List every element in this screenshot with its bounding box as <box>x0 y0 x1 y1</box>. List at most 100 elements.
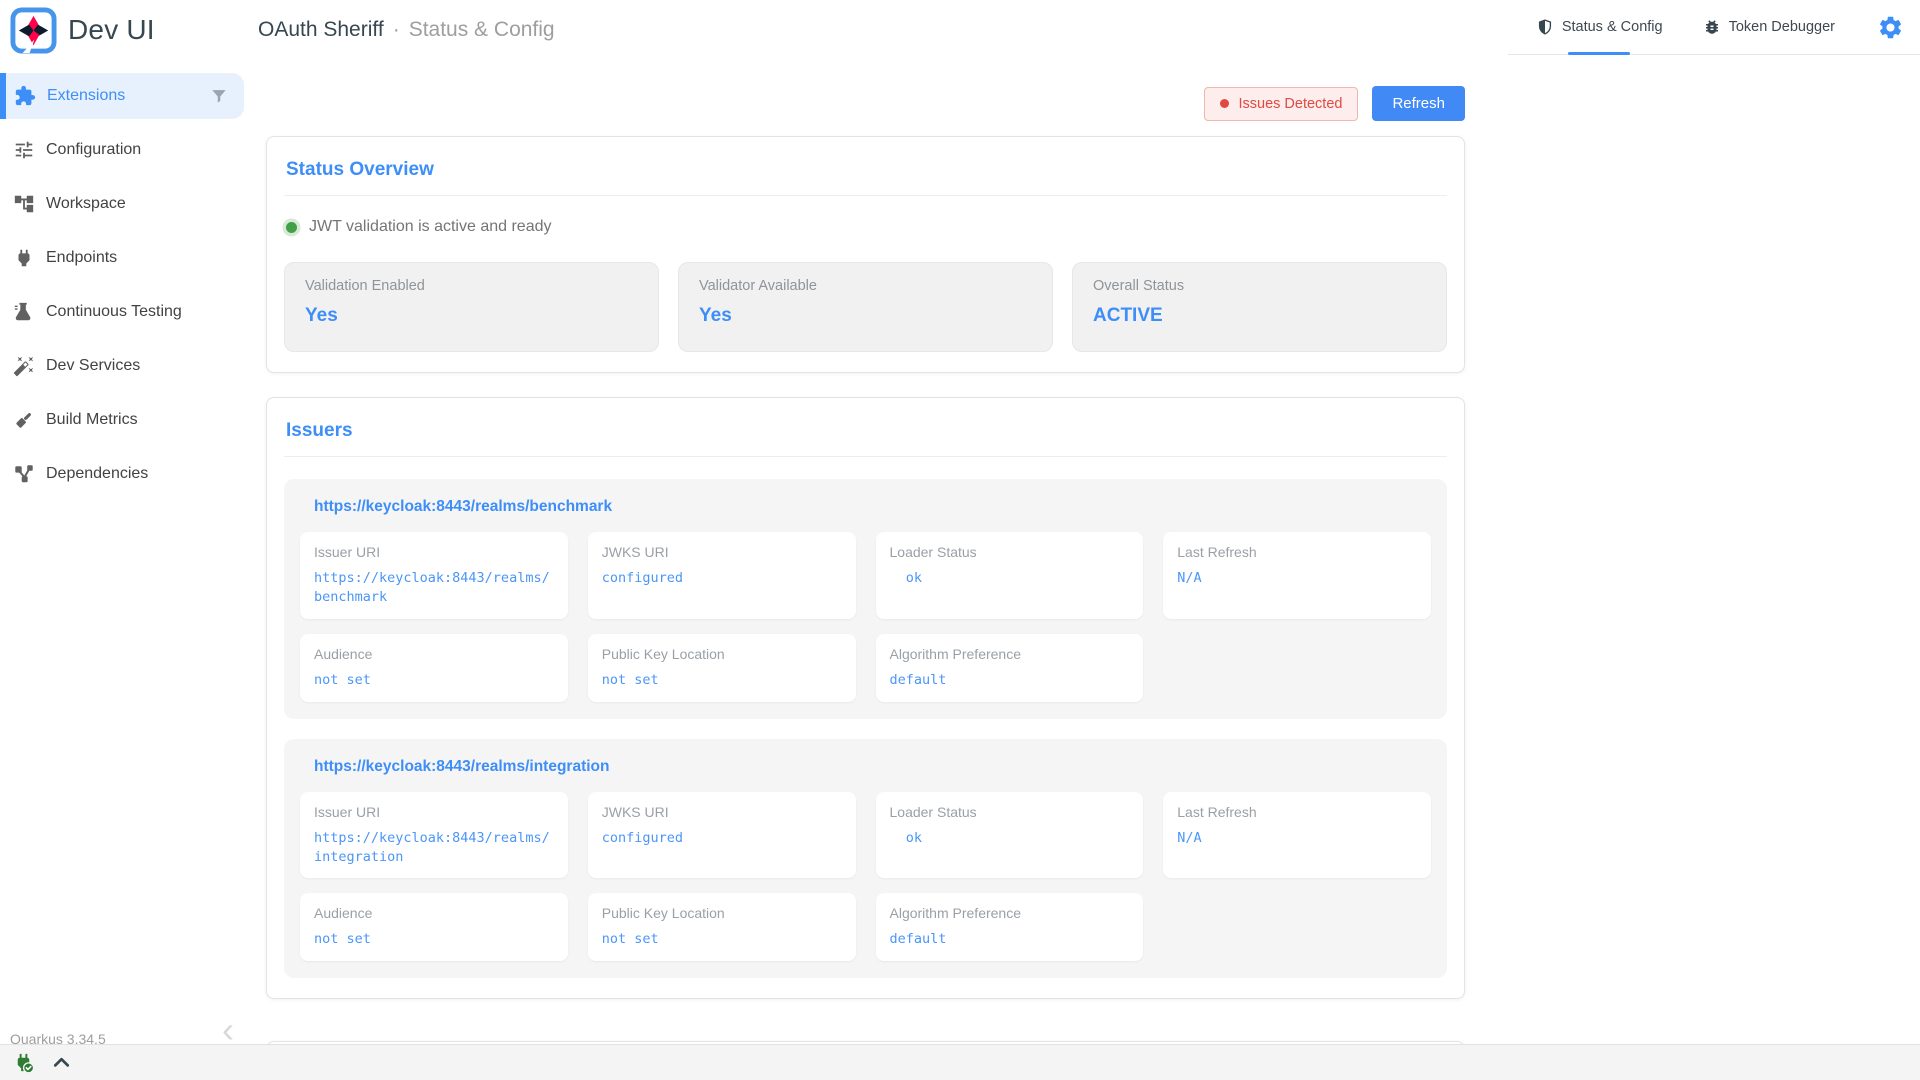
field-jwks-uri: JWKS URI configured <box>588 532 856 619</box>
metric-label: Validation Enabled <box>305 278 638 294</box>
shield-icon <box>1536 18 1554 36</box>
sidebar: Extensions Configuration Workspace Endpoint… <box>0 60 250 1040</box>
field-value: N/A <box>1177 829 1417 848</box>
toolbar: Issues Detected Refresh <box>266 86 1465 121</box>
field-last-refresh: Last Refresh N/A <box>1163 792 1431 879</box>
top-header: Dev UI OAuth Sheriff · Status & Config S… <box>0 0 1920 60</box>
metric-label: Overall Status <box>1093 278 1426 294</box>
metric-value: Yes <box>305 305 638 327</box>
metric-value: ACTIVE <box>1093 305 1426 327</box>
field-label: Last Refresh <box>1177 804 1417 820</box>
field-public-key-location: Public Key Locationnot set <box>588 634 856 702</box>
divider <box>284 456 1447 457</box>
metric-card-validation-enabled: Validation Enabled Yes <box>284 262 659 352</box>
field-issuer-uri: Issuer URI https://keycloak:8443/realms/i… <box>300 792 568 879</box>
sidebar-item-dependencies[interactable]: Dependencies <box>0 451 250 497</box>
dev-ui-app: Dev UI OAuth Sheriff · Status & Config S… <box>0 0 1920 1080</box>
sidebar-item-configuration[interactable]: Configuration <box>0 127 250 173</box>
metric-value: Yes <box>699 305 1032 327</box>
sidebar-item-label: Extensions <box>47 87 125 105</box>
field-label: Algorithm Preference <box>890 646 1130 662</box>
issues-badge-label: Issues Detected <box>1238 96 1342 112</box>
field-value: configured <box>602 829 842 848</box>
field-value: ok <box>890 829 1130 848</box>
issuer-group: https://keycloak:8443/realms/integration… <box>284 739 1447 979</box>
issuers-card: Issuers https://keycloak:8443/realms/ben… <box>266 397 1465 999</box>
field-value: not set <box>602 671 842 690</box>
breadcrumb: OAuth Sheriff · Status & Config <box>258 18 555 42</box>
chevron-up-icon[interactable] <box>50 1051 73 1074</box>
issuers-title: Issuers <box>286 420 1447 442</box>
tab-strip: Status & Config Token Debugger <box>1516 0 1855 54</box>
sidebar-item-extensions[interactable]: Extensions <box>0 73 244 119</box>
sidebar-item-endpoints[interactable]: Endpoints <box>0 235 250 281</box>
metric-label: Validator Available <box>699 278 1032 294</box>
metric-row: Validation EnabledYesValidator Available… <box>284 262 1447 352</box>
status-ok-dot-icon <box>286 222 297 233</box>
bottom-bar <box>0 1044 1920 1080</box>
field-value: configured <box>602 569 842 588</box>
issuer-group-header: https://keycloak:8443/realms/integration <box>314 758 1431 776</box>
filter-icon[interactable] <box>209 86 229 106</box>
sidebar-item-label: Endpoints <box>46 249 117 267</box>
field-label: JWKS URI <box>602 544 842 560</box>
breadcrumb-separator: · <box>393 18 400 42</box>
field-value: https://keycloak:8443/realms/benchmark <box>314 569 554 607</box>
status-overview-card: Status Overview JWT validation is active… <box>266 136 1465 373</box>
page-title: OAuth Sheriff <box>258 18 384 42</box>
sidebar-item-label: Build Metrics <box>46 411 138 429</box>
sidebar-item-dev-services[interactable]: Dev Services <box>0 343 250 389</box>
field-loader-status: Loader Status ok <box>876 792 1144 879</box>
metric-card-validator-available: Validator Available Yes <box>678 262 1053 352</box>
field-value: not set <box>314 930 554 949</box>
logo-area: Dev UI <box>0 7 250 54</box>
field-jwks-uri: JWKS URI configured <box>588 792 856 879</box>
metric-card-overall-status: Overall Status ACTIVE <box>1072 262 1447 352</box>
tab-status-config[interactable]: Status & Config <box>1516 0 1683 54</box>
bug-icon <box>1703 18 1721 36</box>
header-tabs: Status & Config Token Debugger <box>1508 0 1920 55</box>
field-issuer-uri: Issuer URI https://keycloak:8443/realms/b… <box>300 532 568 619</box>
gear-icon[interactable] <box>1877 14 1904 41</box>
status-message: JWT validation is active and ready <box>309 218 551 236</box>
field-label: Issuer URI <box>314 804 554 820</box>
field-label: Algorithm Preference <box>890 905 1130 921</box>
status-line: JWT validation is active and ready <box>286 218 1447 236</box>
refresh-button[interactable]: Refresh <box>1372 86 1465 121</box>
sidebar-item-workspace[interactable]: Workspace <box>0 181 250 227</box>
page-subtitle: Status & Config <box>409 18 555 42</box>
issuer-group: https://keycloak:8443/realms/benchmarkIs… <box>284 479 1447 719</box>
field-value: N/A <box>1177 569 1417 588</box>
divider <box>284 195 1447 196</box>
issues-detected-badge: Issues Detected <box>1204 87 1358 121</box>
sidebar-item-label: Workspace <box>46 195 126 213</box>
sidebar-collapse-chevron-icon[interactable]: ‹ <box>222 1012 234 1048</box>
dev-services-status-plug-icon[interactable] <box>12 1051 35 1074</box>
continuous-testing-icon <box>13 301 35 323</box>
issuer-fields-grid: Issuer URI https://keycloak:8443/realms/b… <box>300 532 1431 702</box>
sidebar-item-label: Configuration <box>46 141 141 159</box>
sidebar-item-continuous-testing[interactable]: Continuous Testing <box>0 289 250 335</box>
dependencies-icon <box>13 463 35 485</box>
field-value: ok <box>890 569 1130 588</box>
app-title: Dev UI <box>68 14 155 46</box>
tab-token-debugger[interactable]: Token Debugger <box>1683 0 1855 54</box>
sidebar-item-label: Continuous Testing <box>46 303 182 321</box>
field-label: JWKS URI <box>602 804 842 820</box>
field-audience: Audiencenot set <box>300 634 568 702</box>
field-value: default <box>890 671 1130 690</box>
field-label: Issuer URI <box>314 544 554 560</box>
field-algorithm-preference: Algorithm Preference default <box>876 634 1144 702</box>
tab-label: Status & Config <box>1562 19 1663 35</box>
dev-services-icon <box>13 355 35 377</box>
issuer-fields-grid: Issuer URI https://keycloak:8443/realms/i… <box>300 792 1431 962</box>
field-last-refresh: Last RefreshN/A <box>1163 532 1431 619</box>
sidebar-item-build-metrics[interactable]: Build Metrics <box>0 397 250 443</box>
field-audience: Audiencenot set <box>300 893 568 961</box>
field-value: not set <box>602 930 842 949</box>
issuer-group-header: https://keycloak:8443/realms/benchmark <box>314 498 1431 516</box>
field-label: Audience <box>314 646 554 662</box>
field-value: https://keycloak:8443/realms/integration <box>314 829 554 867</box>
extensions-icon <box>14 85 36 107</box>
endpoints-icon <box>13 247 35 269</box>
